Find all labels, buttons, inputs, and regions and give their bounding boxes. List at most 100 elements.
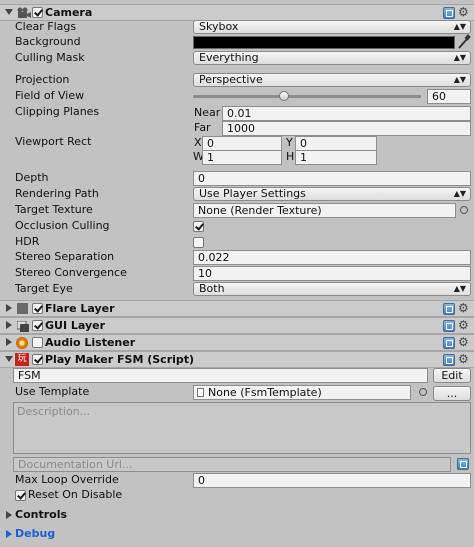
- dropdown-arrows-icon: ▲▼: [453, 189, 466, 198]
- flare-layer-header[interactable]: Flare Layer ⚙: [0, 300, 474, 317]
- hdr-checkbox[interactable]: [193, 237, 204, 248]
- field-of-view-slider-thumb[interactable]: [279, 91, 290, 101]
- background-label: Background: [15, 35, 81, 48]
- clear-flags-value: Skybox: [199, 20, 239, 33]
- reset-on-disable-checkbox[interactable]: [15, 490, 26, 501]
- viewport-x-input[interactable]: 0: [202, 136, 282, 151]
- foldout-arrow-icon[interactable]: [6, 321, 12, 329]
- viewport-y-input[interactable]: 0: [295, 136, 377, 151]
- camera-component-header[interactable]: Camera ⚙: [0, 4, 474, 21]
- audio-listener-header[interactable]: Audio Listener ⚙: [0, 334, 474, 351]
- foldout-arrow-icon[interactable]: [6, 530, 12, 538]
- playmaker-title: Play Maker FSM (Script): [45, 353, 195, 366]
- debug-foldout[interactable]: Debug: [0, 526, 474, 542]
- camera-title: Camera: [45, 6, 93, 19]
- help-book-icon[interactable]: [443, 7, 455, 19]
- dropdown-arrows-icon: ▲▼: [453, 75, 466, 84]
- gear-icon[interactable]: ⚙: [458, 6, 470, 18]
- culling-mask-value: Everything: [199, 51, 259, 64]
- audio-listener-icon: [16, 337, 28, 349]
- stereo-convergence-label: Stereo Convergence: [15, 266, 127, 279]
- near-input[interactable]: 0.01: [222, 106, 471, 121]
- depth-label: Depth: [15, 171, 49, 184]
- help-book-icon[interactable]: [443, 303, 455, 315]
- clear-flags-dropdown[interactable]: Skybox ▲▼: [193, 20, 471, 34]
- dropdown-arrows-icon: ▲▼: [453, 53, 466, 62]
- target-eye-value: Both: [199, 282, 225, 295]
- stereo-convergence-input[interactable]: 10: [193, 266, 471, 281]
- viewport-rect-label: Viewport Rect: [15, 135, 92, 148]
- far-label: Far: [194, 121, 211, 134]
- help-book-icon[interactable]: [443, 354, 455, 366]
- stereo-separation-label: Stereo Separation: [15, 250, 115, 263]
- clipping-planes-label: Clipping Planes: [15, 105, 100, 118]
- reset-on-disable-label: Reset On Disable: [28, 488, 123, 501]
- rendering-path-value: Use Player Settings: [199, 187, 306, 200]
- object-picker-icon[interactable]: [419, 388, 427, 396]
- flare-layer-enabled-checkbox[interactable]: [32, 303, 43, 314]
- foldout-arrow-icon[interactable]: [6, 304, 12, 312]
- target-texture-field[interactable]: None (Render Texture): [193, 203, 456, 218]
- hdr-label: HDR: [15, 235, 40, 248]
- viewport-h-input[interactable]: 1: [295, 150, 377, 165]
- gear-icon[interactable]: ⚙: [458, 336, 470, 348]
- foldout-arrow-icon[interactable]: [5, 356, 13, 362]
- audio-listener-title: Audio Listener: [45, 336, 136, 349]
- culling-mask-dropdown[interactable]: Everything ▲▼: [193, 51, 471, 65]
- viewport-w-input[interactable]: 1: [202, 150, 282, 165]
- foldout-arrow-icon[interactable]: [6, 511, 12, 519]
- open-url-icon[interactable]: [457, 458, 469, 470]
- help-book-icon[interactable]: [443, 337, 455, 349]
- far-input[interactable]: 1000: [222, 121, 471, 136]
- flare-layer-title: Flare Layer: [45, 302, 115, 315]
- gui-layer-enabled-checkbox[interactable]: [32, 320, 43, 331]
- fsm-name-input[interactable]: FSM: [13, 368, 428, 383]
- template-value: None (FsmTemplate): [208, 386, 322, 399]
- field-of-view-slider-track[interactable]: [193, 95, 421, 98]
- template-field[interactable]: None (FsmTemplate): [193, 385, 411, 400]
- field-of-view-label: Field of View: [15, 89, 85, 102]
- object-picker-icon[interactable]: [460, 206, 468, 214]
- description-placeholder: Description...: [17, 405, 91, 418]
- debug-title: Debug: [15, 527, 56, 540]
- audio-listener-enabled-checkbox[interactable]: [32, 337, 43, 348]
- field-of-view-input[interactable]: 60: [427, 89, 471, 104]
- foldout-arrow-icon[interactable]: [6, 338, 12, 346]
- occlusion-culling-checkbox[interactable]: [193, 221, 204, 232]
- culling-mask-label: Culling Mask: [15, 51, 85, 64]
- background-color-swatch[interactable]: [193, 36, 455, 49]
- description-textarea[interactable]: Description...: [13, 402, 471, 454]
- playmaker-enabled-checkbox[interactable]: [32, 354, 43, 365]
- depth-input[interactable]: 0: [193, 171, 471, 186]
- gui-layer-header[interactable]: GUI Layer ⚙: [0, 317, 474, 334]
- target-eye-label: Target Eye: [15, 282, 73, 295]
- gear-icon[interactable]: ⚙: [458, 353, 470, 365]
- target-texture-label: Target Texture: [15, 203, 93, 216]
- viewport-h-label: H: [286, 150, 295, 163]
- documentation-url-input[interactable]: Documentation Url...: [13, 457, 451, 472]
- projection-value: Perspective: [199, 73, 263, 86]
- projection-label: Projection: [15, 73, 70, 86]
- playmaker-fsm-header[interactable]: 玩 Play Maker FSM (Script) ⚙: [0, 351, 474, 368]
- target-eye-dropdown[interactable]: Both ▲▼: [193, 282, 471, 296]
- template-options-button[interactable]: ...: [433, 386, 471, 401]
- camera-enabled-checkbox[interactable]: [32, 7, 43, 18]
- near-label: Near: [194, 106, 221, 119]
- max-loop-override-input[interactable]: 0: [193, 473, 471, 488]
- rendering-path-label: Rendering Path: [15, 187, 99, 200]
- viewport-y-label: Y: [286, 136, 293, 149]
- foldout-arrow-icon[interactable]: [5, 9, 13, 15]
- projection-dropdown[interactable]: Perspective ▲▼: [193, 73, 471, 87]
- controls-title: Controls: [15, 508, 68, 521]
- gui-layer-title: GUI Layer: [45, 319, 106, 332]
- gear-icon[interactable]: ⚙: [458, 319, 470, 331]
- playmaker-icon: 玩: [15, 353, 29, 366]
- controls-foldout[interactable]: Controls: [0, 507, 474, 523]
- edit-button[interactable]: Edit: [433, 368, 471, 383]
- stereo-separation-input[interactable]: 0.022: [193, 250, 471, 265]
- gear-icon[interactable]: ⚙: [458, 302, 470, 314]
- use-template-label: Use Template: [15, 385, 90, 398]
- rendering-path-dropdown[interactable]: Use Player Settings ▲▼: [193, 187, 471, 201]
- help-book-icon[interactable]: [443, 320, 455, 332]
- file-icon: [197, 388, 204, 397]
